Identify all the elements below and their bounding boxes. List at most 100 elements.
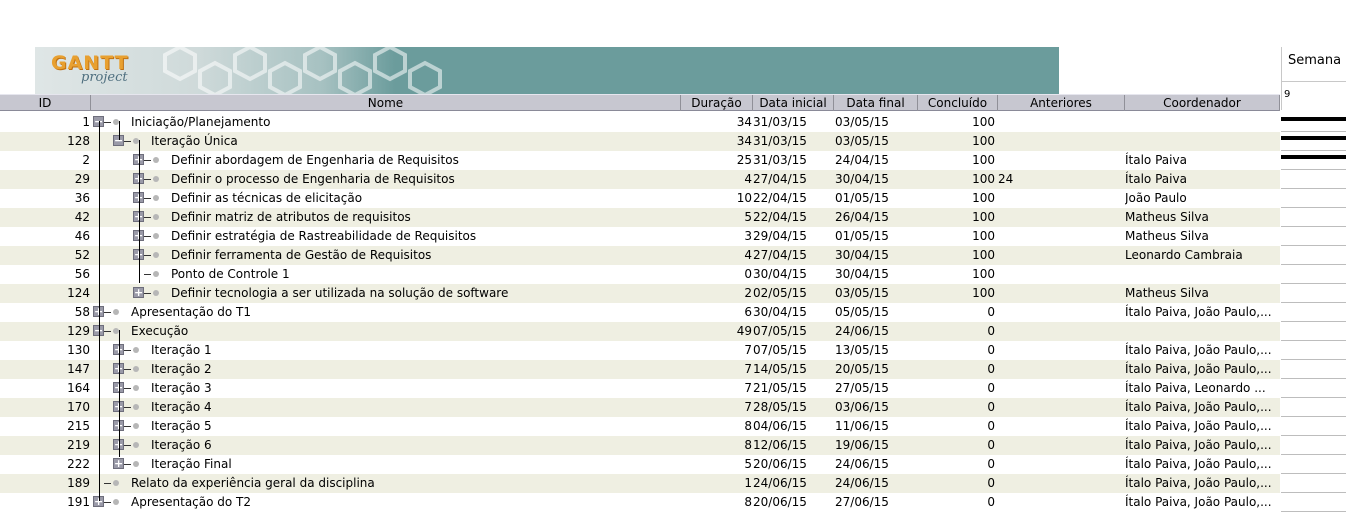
task-completed-cell[interactable]: 100	[905, 284, 995, 303]
task-completed-cell[interactable]: 0	[905, 398, 995, 417]
task-duration-cell[interactable]: 2	[680, 284, 752, 303]
task-completed-cell[interactable]: 100	[905, 227, 995, 246]
task-name-cell[interactable]: Iteração Única	[151, 132, 238, 151]
task-name-cell[interactable]: Definir abordagem de Engenharia de Requi…	[171, 151, 459, 170]
task-row[interactable]: 191 + Apresentação do T2 8 20/06/15 27/06/15 0…	[0, 493, 1280, 512]
task-start-date-cell[interactable]: 31/03/15	[753, 132, 823, 151]
task-name-cell[interactable]: Iteração 5	[151, 417, 212, 436]
task-predecessors-cell[interactable]	[998, 455, 1118, 474]
task-end-date-cell[interactable]: 03/06/15	[835, 398, 905, 417]
task-start-date-cell[interactable]: 02/05/15	[753, 284, 823, 303]
task-id-cell[interactable]: 170	[0, 398, 90, 417]
task-end-date-cell[interactable]: 01/05/15	[835, 189, 905, 208]
expand-toggle-icon[interactable]: +	[133, 287, 144, 298]
task-row[interactable]: 130+Iteração 1707/05/1513/05/150Ítalo Pa…	[0, 341, 1280, 360]
task-row[interactable]: 189 Relato da experiência geral da discip…	[0, 474, 1280, 493]
task-name-cell[interactable]: Iteração 1	[151, 341, 212, 360]
task-duration-cell[interactable]: 0	[680, 265, 752, 284]
task-completed-cell[interactable]: 100	[905, 208, 995, 227]
task-row[interactable]: 219+Iteração 6812/06/1519/06/150Ítalo Pa…	[0, 436, 1280, 455]
task-name-cell[interactable]: Definir estratégia de Rastreabilidade de…	[171, 227, 476, 246]
task-id-cell[interactable]: 46	[0, 227, 90, 246]
task-end-date-cell[interactable]: 24/06/15	[835, 474, 905, 493]
task-predecessors-cell[interactable]	[998, 474, 1118, 493]
task-end-date-cell[interactable]: 30/04/15	[835, 246, 905, 265]
task-end-date-cell[interactable]: 03/05/15	[835, 132, 905, 151]
task-completed-cell[interactable]: 0	[905, 474, 995, 493]
task-predecessors-cell[interactable]	[998, 436, 1118, 455]
task-row[interactable]: 222 + Iteração Final 5 20/06/15 24/06/15 0 Ítal…	[0, 455, 1280, 474]
task-duration-cell[interactable]: 7	[680, 379, 752, 398]
task-coordinator-cell[interactable]	[1125, 113, 1280, 132]
task-id-cell[interactable]: 128	[0, 132, 90, 151]
task-row[interactable]: 164+Iteração 3721/05/1527/05/150Ítalo Pa…	[0, 379, 1280, 398]
task-coordinator-cell[interactable]: Ítalo Paiva	[1125, 170, 1280, 189]
task-completed-cell[interactable]: 100	[905, 151, 995, 170]
task-name-cell[interactable]: Execução	[131, 322, 188, 341]
task-row[interactable]: 1−Iniciação/Planejamento3431/03/1503/05/…	[0, 113, 1280, 132]
task-completed-cell[interactable]: 100	[905, 170, 995, 189]
column-header-id[interactable]: ID	[0, 95, 91, 111]
task-row[interactable]: 124 + Definir tecnologia a ser utilizada n…	[0, 284, 1280, 303]
task-end-date-cell[interactable]: 01/05/15	[835, 227, 905, 246]
task-completed-cell[interactable]: 100	[905, 113, 995, 132]
column-header-name[interactable]: Nome	[91, 95, 681, 111]
task-start-date-cell[interactable]: 20/06/15	[753, 455, 823, 474]
task-coordinator-cell[interactable]: Ítalo Paiva, João Paulo,...	[1125, 398, 1280, 417]
task-end-date-cell[interactable]: 11/06/15	[835, 417, 905, 436]
task-start-date-cell[interactable]: 04/06/15	[753, 417, 823, 436]
task-predecessors-cell[interactable]	[998, 341, 1118, 360]
task-duration-cell[interactable]: 34	[680, 113, 752, 132]
task-predecessors-cell[interactable]	[998, 208, 1118, 227]
column-header-predecessors[interactable]: Anteriores	[998, 95, 1125, 111]
gantt-task-bar[interactable]	[1281, 136, 1346, 140]
task-row[interactable]: 129−Execução4907/05/1524/06/150	[0, 322, 1280, 341]
task-end-date-cell[interactable]: 24/04/15	[835, 151, 905, 170]
task-duration-cell[interactable]: 49	[680, 322, 752, 341]
task-start-date-cell[interactable]: 24/06/15	[753, 474, 823, 493]
column-header-start-date[interactable]: Data inicial	[753, 95, 834, 111]
task-row[interactable]: 52+Definir ferramenta de Gestão de Requi…	[0, 246, 1280, 265]
task-duration-cell[interactable]: 6	[680, 303, 752, 322]
task-predecessors-cell[interactable]	[998, 398, 1118, 417]
task-completed-cell[interactable]: 0	[905, 341, 995, 360]
column-header-coordinator[interactable]: Coordenador	[1125, 95, 1280, 111]
task-name-cell[interactable]: Ponto de Controle 1	[171, 265, 290, 284]
task-duration-cell[interactable]: 7	[680, 360, 752, 379]
task-end-date-cell[interactable]: 03/05/15	[835, 284, 905, 303]
task-id-cell[interactable]: 42	[0, 208, 90, 227]
gantt-task-bar[interactable]	[1281, 155, 1346, 159]
task-coordinator-cell[interactable]: Ítalo Paiva	[1125, 151, 1280, 170]
task-coordinator-cell[interactable]: Ítalo Paiva, Leonardo ...	[1125, 379, 1280, 398]
task-start-date-cell[interactable]: 30/04/15	[753, 265, 823, 284]
task-id-cell[interactable]: 189	[0, 474, 90, 493]
task-start-date-cell[interactable]: 31/03/15	[753, 151, 823, 170]
task-id-cell[interactable]: 29	[0, 170, 90, 189]
task-end-date-cell[interactable]: 26/04/15	[835, 208, 905, 227]
task-row[interactable]: 2+Definir abordagem de Engenharia de Req…	[0, 151, 1280, 170]
task-coordinator-cell[interactable]: Matheus Silva	[1125, 227, 1280, 246]
task-predecessors-cell[interactable]: 24	[998, 170, 1118, 189]
task-completed-cell[interactable]: 0	[905, 303, 995, 322]
column-header-duration[interactable]: Duração	[681, 95, 753, 111]
task-row[interactable]: 128− Iteração Única 34 31/03/15 03/05/15 100	[0, 132, 1280, 151]
task-predecessors-cell[interactable]	[998, 379, 1118, 398]
task-coordinator-cell[interactable]: Matheus Silva	[1125, 208, 1280, 227]
task-end-date-cell[interactable]: 20/05/15	[835, 360, 905, 379]
task-name-cell[interactable]: Definir o processo de Engenharia de Requ…	[171, 170, 455, 189]
task-name-cell[interactable]: Iteração 2	[151, 360, 212, 379]
task-predecessors-cell[interactable]	[998, 322, 1118, 341]
task-completed-cell[interactable]: 100	[905, 132, 995, 151]
task-completed-cell[interactable]: 0	[905, 455, 995, 474]
task-start-date-cell[interactable]: 28/05/15	[753, 398, 823, 417]
task-row[interactable]: 29+Definir o processo de Engenharia de R…	[0, 170, 1280, 189]
task-completed-cell[interactable]: 100	[905, 265, 995, 284]
task-row[interactable]: 215+Iteração 5804/06/1511/06/150Ítalo Pa…	[0, 417, 1280, 436]
task-id-cell[interactable]: 191	[0, 493, 90, 512]
expand-toggle-icon[interactable]: +	[113, 458, 124, 469]
task-id-cell[interactable]: 219	[0, 436, 90, 455]
task-duration-cell[interactable]: 7	[680, 398, 752, 417]
task-id-cell[interactable]: 1	[0, 113, 90, 132]
task-id-cell[interactable]: 130	[0, 341, 90, 360]
task-start-date-cell[interactable]: 14/05/15	[753, 360, 823, 379]
